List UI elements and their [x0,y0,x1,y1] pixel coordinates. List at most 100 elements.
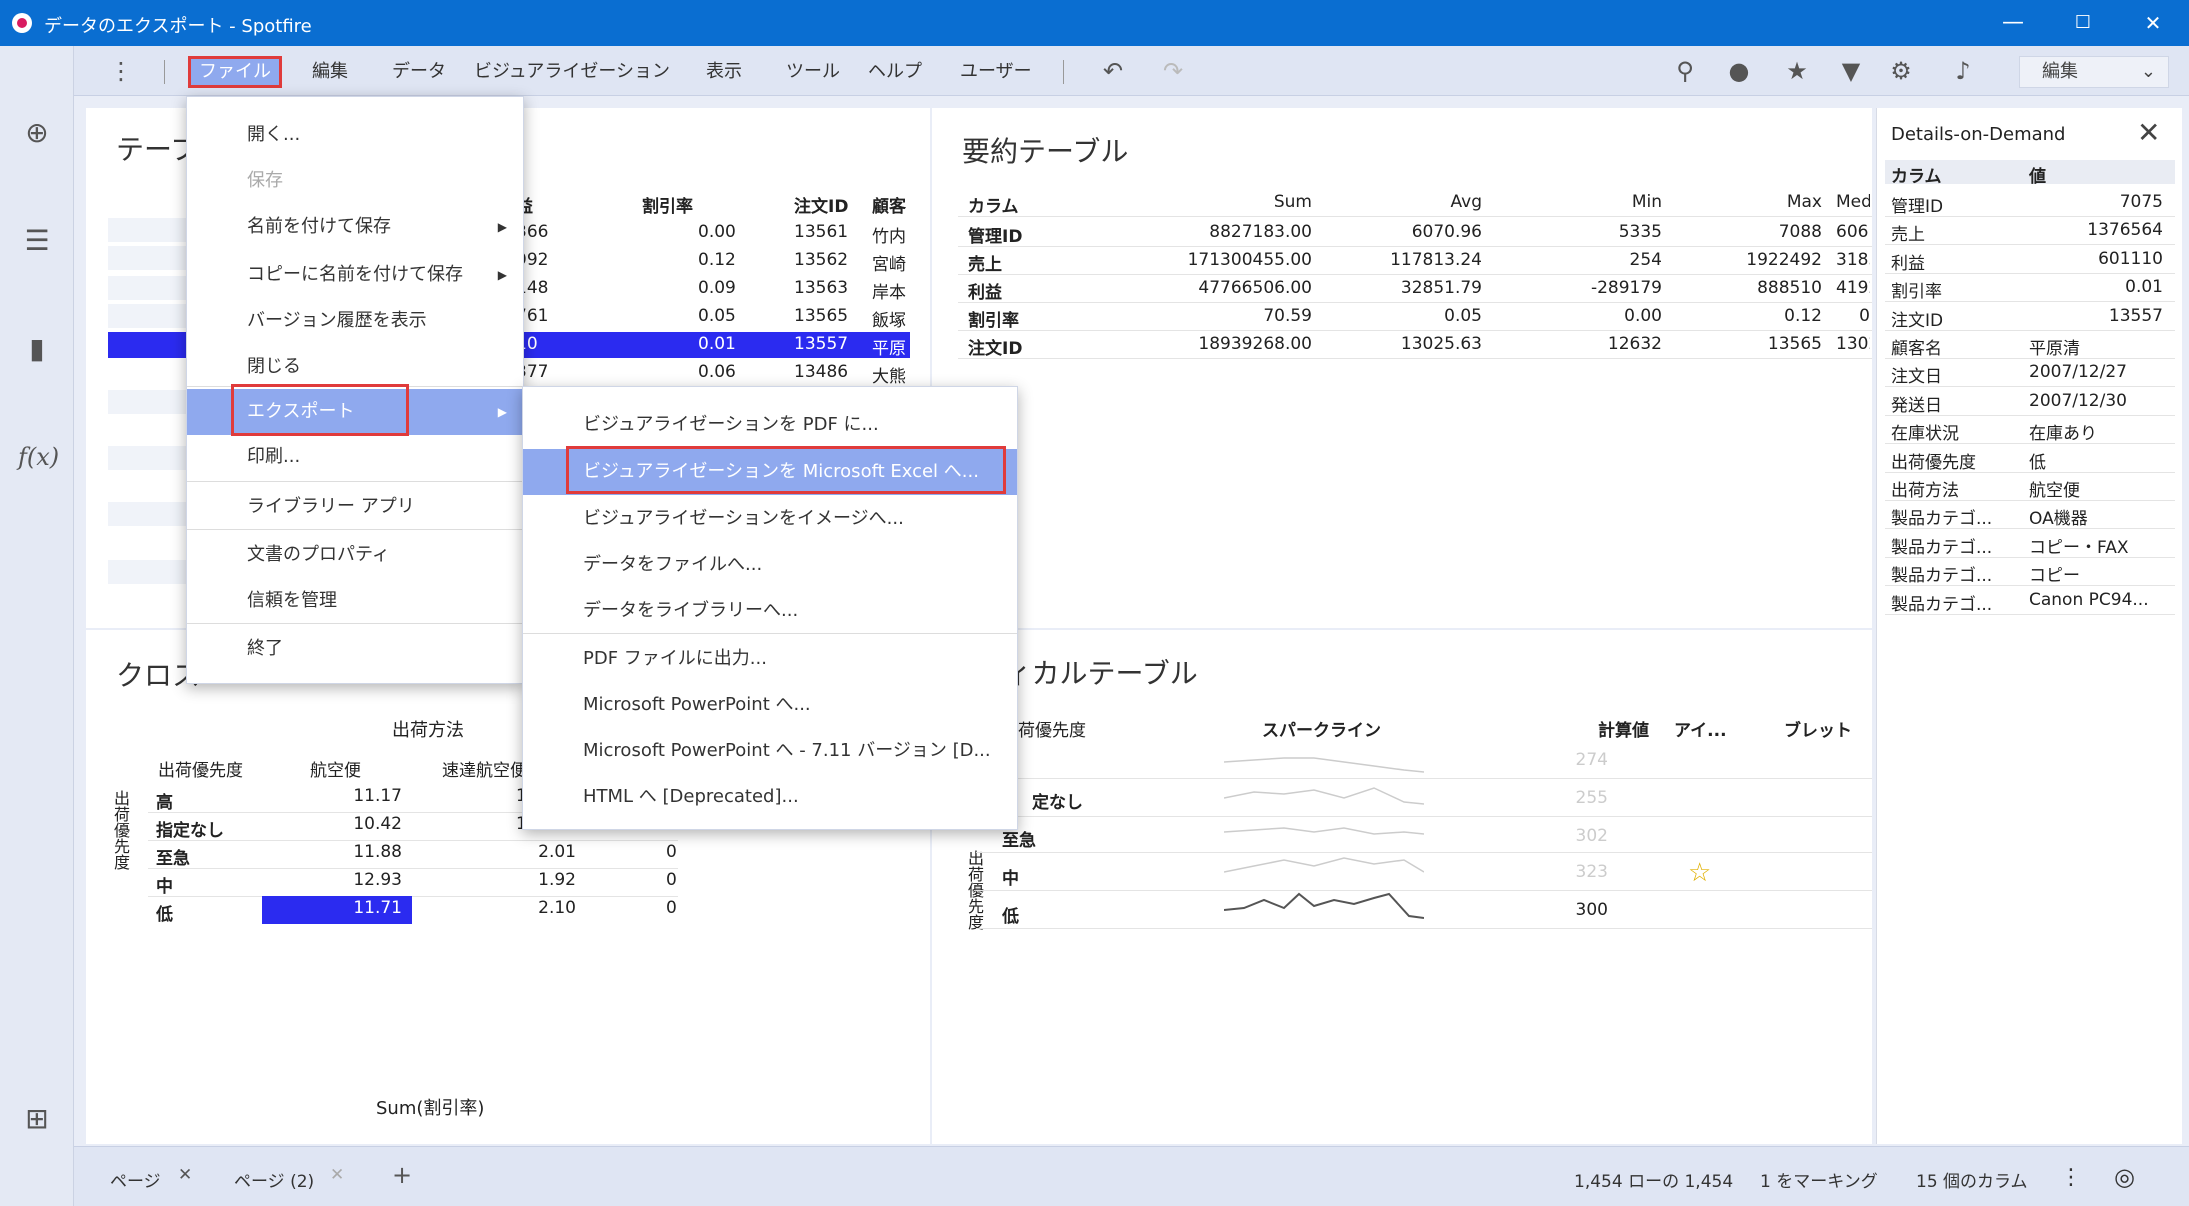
page-tab[interactable]: ページ [110,1167,161,1192]
details-key: 製品カテゴ... [1891,537,1993,558]
details-key: 売上 [1891,225,1925,246]
col-header: Avg [1450,192,1483,212]
calc-value: 300 [1575,900,1608,920]
export-powerpoint-legacy-item[interactable]: Microsoft PowerPoint へ - 7.11 バージョン [D..… [523,731,1017,771]
file-exit-item[interactable]: 終了 [187,629,523,669]
details-key: 注文日 [1891,367,1942,388]
document-properties-item[interactable]: 文書のプロパティ [187,535,523,575]
bookmark-icon[interactable]: ★ [1780,54,1814,88]
status-bar: ページ ✕ ページ (2) ✕ + 1,454 ローの 1,454 1 をマーキ… [74,1146,2189,1206]
data-table-icon[interactable]: ☰ [18,222,56,260]
details-key: 顧客名 [1891,339,1942,359]
details-key: 利益 [1891,253,1925,274]
library-apps-item[interactable]: ライブラリー アプリ [187,487,523,527]
close-tab-icon[interactable]: ✕ [330,1165,344,1185]
more-options-icon[interactable]: ⋮ [104,54,138,88]
function-icon[interactable]: f(x) [18,438,59,476]
data-canvas-icon[interactable]: ⊞ [18,1100,56,1138]
col-header: 注文ID [794,197,849,217]
export-powerpoint-item[interactable]: Microsoft PowerPoint へ... [523,685,1017,725]
globe-icon[interactable]: ◎ [2114,1163,2135,1191]
window-title: データのエクスポート - Spotfire [44,16,312,37]
close-window-button[interactable]: ✕ [2123,6,2183,40]
details-key: 製品カテゴ... [1891,509,1993,530]
menu-view[interactable]: 表示 [698,56,750,88]
view-mode-label: 編集 [2042,61,2078,82]
details-value: 在庫あり [2029,424,2097,445]
chevron-down-icon: ⌄ [2140,61,2156,82]
summary-table-panel: 要約テーブル カラム Sum Avg Min Max Med 管理ID 8827… [932,108,1872,628]
notification-bell-icon[interactable]: ♪ [1946,54,1980,88]
marked-row-header [108,332,190,358]
menu-help[interactable]: ヘルプ [860,56,930,88]
submenu-arrow-icon: ▶ [497,220,507,234]
file-close-item[interactable]: 閉じる [187,347,523,387]
file-save-item[interactable]: 保存 [187,161,523,201]
submenu-arrow-icon: ▶ [497,268,507,282]
menu-edit[interactable]: 編集 [304,56,356,88]
manage-trust-item[interactable]: 信頼を管理 [187,581,523,621]
export-data-library-item[interactable]: データをライブラリーへ... [523,591,1017,631]
file-save-as-item[interactable]: 名前を付けて保存 ▶ [187,207,523,247]
visualization-icon[interactable]: ▮ [18,330,56,368]
redo-icon[interactable]: ↷ [1156,54,1190,88]
export-data-file-item[interactable]: データをファイルへ... [523,545,1017,585]
calc-value: 302 [1575,826,1608,846]
title-bar: データのエクスポート - Spotfire — ☐ ✕ [0,0,2189,46]
toolbar: ⋮ ファイル 編集 データ ビジュアライゼーション 表示 ツール ヘルプ ユーザ… [74,46,2189,96]
file-print-item[interactable]: 印刷... [187,437,523,477]
add-page-icon[interactable]: + [392,1161,412,1189]
marking-status: 1 をマーキング [1760,1172,1878,1192]
menu-data[interactable]: データ [384,56,454,88]
undo-icon[interactable]: ↶ [1096,54,1130,88]
more-options-icon[interactable]: ⋮ [2060,1165,2082,1190]
row-axis-label: 出荷優先度 [965,850,984,930]
spotfire-logo-icon [12,13,32,33]
version-history-item[interactable]: バージョン履歴を表示 [187,301,523,341]
close-tab-icon[interactable]: ✕ [178,1165,192,1185]
details-value: 2007/12/27 [2029,362,2127,383]
details-key: 注文ID [1891,310,1944,331]
left-nav: ⊕ ☰ ▮ f(x) ⊞ [0,46,74,1206]
measure-label: Sum(割引率) [376,1098,485,1119]
file-save-copy-item[interactable]: コピーに名前を付けて保存 ▶ [187,255,523,295]
view-mode-select[interactable]: 編集 ⌄ [2019,56,2169,88]
details-value: 7075 [2119,192,2163,212]
menu-tools[interactable]: ツール [778,56,848,88]
export-image-item[interactable]: ビジュアライゼーションをイメージへ... [523,499,1017,539]
details-key: 割引率 [1891,282,1942,303]
col-header: Med [1836,192,1870,212]
col-header: 出荷優先度 [158,761,243,781]
export-pdf-item[interactable]: ビジュアライゼーションを PDF に... [523,405,1017,445]
menu-file[interactable]: ファイル [188,56,282,88]
export-html-item[interactable]: HTML へ [Deprecated]... [523,777,1017,817]
col-header: 速達航空便 [442,761,522,781]
separator [164,60,165,84]
col-header: 値 [2029,167,2046,187]
details-key: 製品カテゴ... [1891,594,1993,615]
file-open-item[interactable]: 開く... [187,115,523,155]
collaboration-icon[interactable]: ● [1722,54,1756,88]
close-panel-icon[interactable]: ✕ [2137,116,2160,149]
export-pdf-file-item[interactable]: PDF ファイルに出力... [523,639,1017,679]
details-value: 1376564 [2087,220,2163,241]
details-value: コピー・FAX [2029,537,2129,558]
menu-visualization[interactable]: ビジュアライゼーション [466,56,678,88]
add-data-icon[interactable]: ⊕ [18,114,56,152]
page-tab[interactable]: ページ (2) [234,1167,314,1192]
details-on-demand-panel: Details-on-Demand ✕ カラム 値 管理ID 7075 売上 1376… [1876,108,2182,1144]
sparklines [1224,757,1424,919]
star-icon: ☆ [1688,858,1712,888]
details-key: 出荷方法 [1891,481,1959,501]
search-icon[interactable]: ⚲ [1668,54,1702,88]
minimize-button[interactable]: — [1983,6,2043,40]
settings-gear-icon[interactable]: ⚙ [1884,54,1918,88]
col-header: 割引率 [642,197,693,217]
separator [1063,60,1064,84]
col-header: カラム [1891,167,1942,187]
row-label: 低 [1002,907,1019,927]
summary-table-title: 要約テーブル [962,135,1129,168]
menu-user[interactable]: ユーザー [952,56,1040,88]
maximize-button[interactable]: ☐ [2053,6,2113,40]
filter-icon[interactable]: ▼ [1834,54,1868,88]
